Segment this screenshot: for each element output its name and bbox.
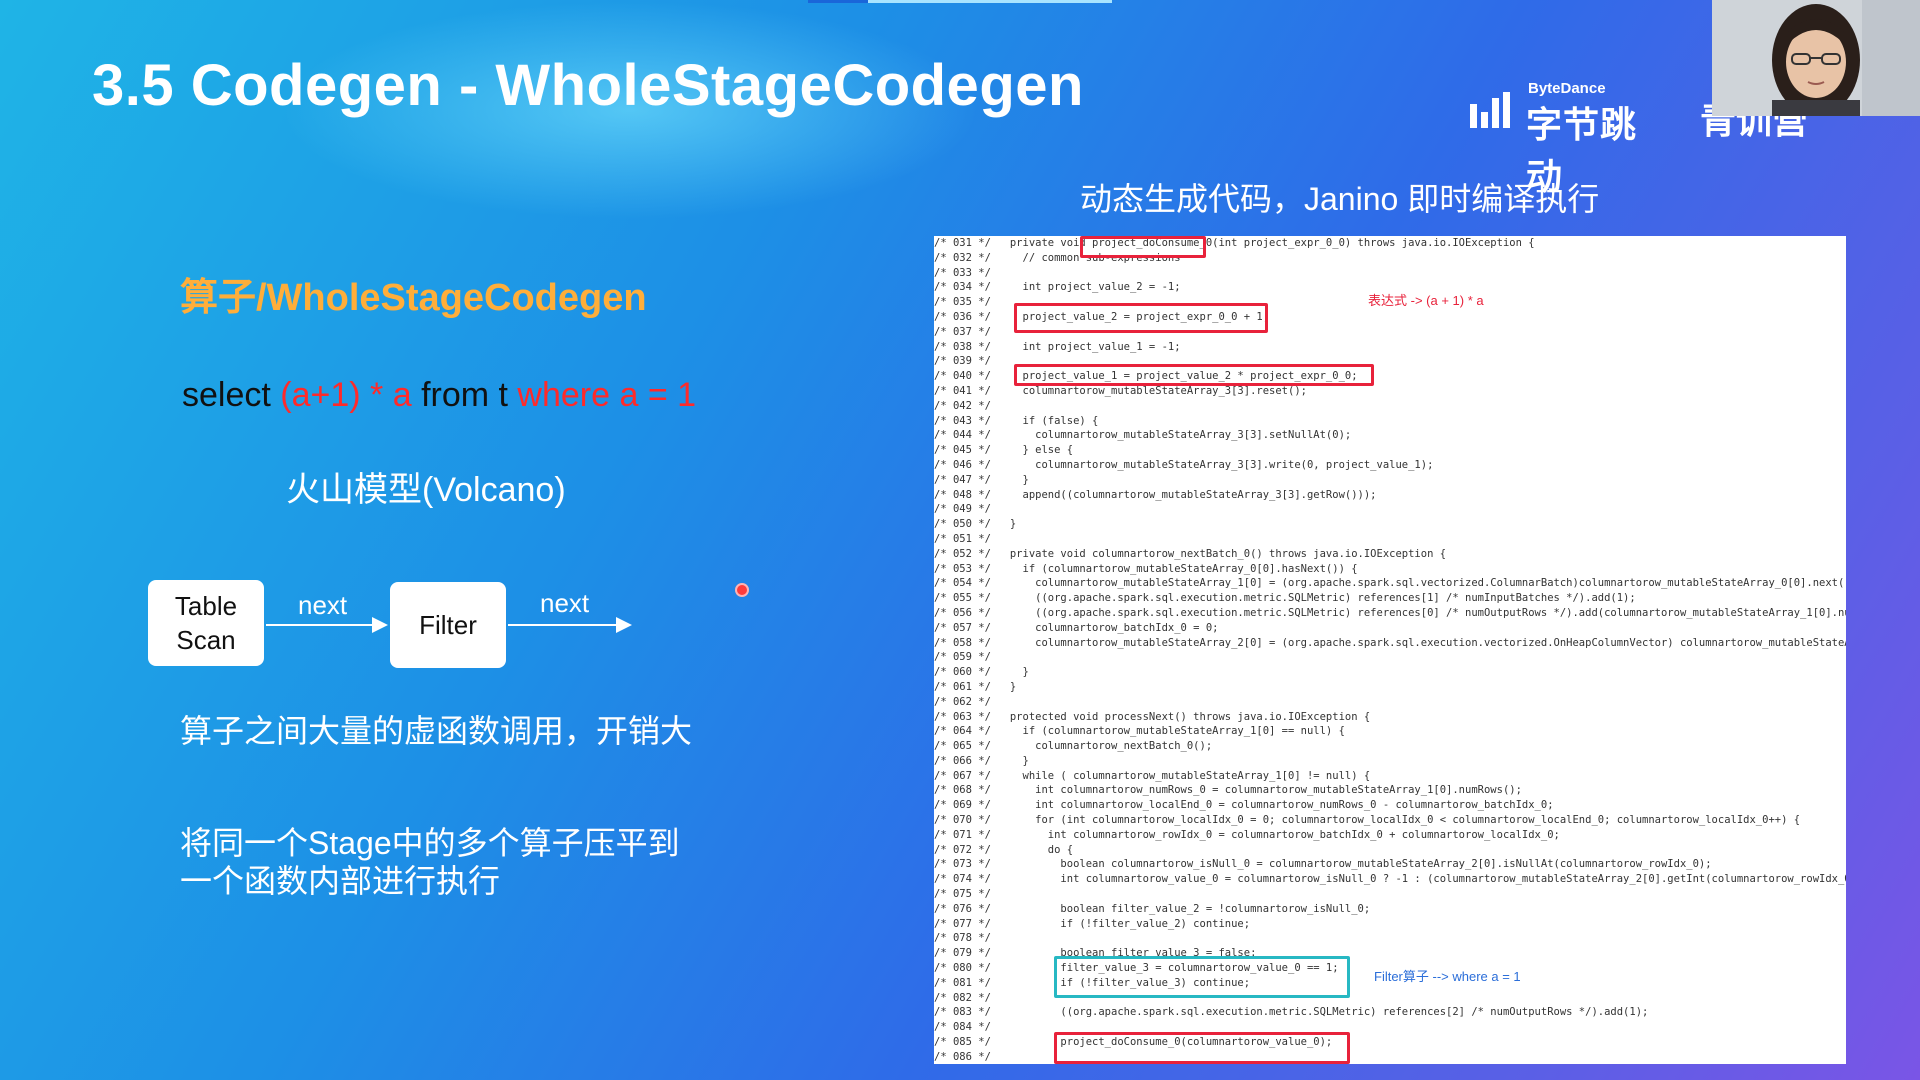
presenter-avatar-icon <box>1712 0 1920 116</box>
code-line: /* 060 */ } <box>934 666 1029 679</box>
code-line: /* 053 */ if (columnartorow_mutableState… <box>934 562 1358 575</box>
code-line: /* 055 */ ((org.apache.spark.sql.executi… <box>934 592 1636 605</box>
volcano-overhead-note: 算子之间大量的虚函数调用，开销大 <box>180 713 693 749</box>
code-line: /* 083 */ ((org.apache.spark.sql.executi… <box>934 1006 1649 1019</box>
bytedance-bars-icon <box>1470 92 1510 128</box>
slide-title: 3.5 Codegen - WholeStageCodegen <box>92 53 1084 118</box>
volcano-model-label: 火山模型(Volcano) <box>286 471 566 509</box>
code-listing: /* 031 */ private void project_doConsume… <box>934 236 1846 1064</box>
laser-pointer <box>735 583 749 597</box>
code-line: /* 063 */ protected void processNext() t… <box>934 710 1371 723</box>
code-line: /* 041 */ columnartorow_mutableStateArra… <box>934 384 1307 397</box>
next-label-2: next <box>540 588 590 618</box>
highlight-doconsume-call <box>1054 1032 1350 1064</box>
webcam-feed <box>1712 0 1920 116</box>
code-line: /* 074 */ int columnartorow_value_0 = co… <box>934 873 1846 886</box>
code-line: /* 058 */ columnartorow_mutableStateArra… <box>934 636 1846 649</box>
codegen-note-line1: 将同一个Stage中的多个算子压平到 <box>180 825 680 861</box>
code-line: /* 042 */ <box>934 399 991 412</box>
code-line: /* 044 */ columnartorow_mutableStateArra… <box>934 429 1352 442</box>
code-line: /* 072 */ do { <box>934 843 1074 856</box>
code-line: /* 045 */ } else { <box>934 444 1074 457</box>
sql-from: from t <box>411 376 518 414</box>
code-line: /* 073 */ boolean columnartorow_isNull_0… <box>934 858 1712 871</box>
code-line: /* 071 */ int columnartorow_rowIdx_0 = c… <box>934 828 1560 841</box>
highlight-filter <box>1054 956 1350 998</box>
highlight-value1 <box>1014 364 1374 386</box>
code-line: /* 078 */ <box>934 932 991 945</box>
filter-annotation: Filter算子 --> where a = 1 <box>1374 969 1521 984</box>
code-line: /* 049 */ <box>934 503 991 516</box>
code-line: /* 077 */ if (!filter_value_2) continue; <box>934 917 1251 930</box>
section-heading: 算子/WholeStageCodegen <box>180 277 647 319</box>
code-line: /* 059 */ <box>934 651 991 664</box>
code-line: /* 065 */ columnartorow_nextBatch_0(); <box>934 740 1213 753</box>
code-line: /* 057 */ columnartorow_batchIdx_0 = 0; <box>934 621 1219 634</box>
filter-label: Filter <box>419 609 477 640</box>
code-panel-caption: 动态生成代码，Janino 即时编译执行 <box>1080 181 1600 217</box>
code-line: /* 038 */ int project_value_1 = -1; <box>934 340 1181 353</box>
code-line: /* 061 */ } <box>934 680 1017 693</box>
logo-small-text: ByteDance <box>1528 80 1606 97</box>
table-scan-operator: Table Scan <box>148 580 264 666</box>
code-line: /* 064 */ if (columnartorow_mutableState… <box>934 725 1345 738</box>
code-line: /* 076 */ boolean filter_value_2 = !colu… <box>934 902 1371 915</box>
codegen-note: 将同一个Stage中的多个算子压平到 一个函数内部进行执行 <box>180 824 780 900</box>
top-progress-bar <box>808 0 1112 3</box>
bytedance-logo: ByteDance 字节跳动 <box>1468 78 1668 197</box>
code-line: /* 051 */ <box>934 532 991 545</box>
code-line: /* 046 */ columnartorow_mutableStateArra… <box>934 458 1434 471</box>
code-line: /* 054 */ columnartorow_mutableStateArra… <box>934 577 1846 590</box>
highlight-doconsume-decl <box>1080 236 1206 258</box>
codegen-note-line2: 一个函数内部进行执行 <box>180 863 501 899</box>
highlight-value2 <box>1014 303 1268 333</box>
code-line: /* 070 */ for (int columnartorow_localId… <box>934 814 1801 827</box>
generated-code-panel: /* 031 */ private void project_doConsume… <box>934 236 1846 1064</box>
code-line: /* 066 */ } <box>934 754 1029 767</box>
code-line: /* 031 */ private void project_doConsume… <box>934 237 1535 249</box>
expression-annotation: 表达式 -> (a + 1) * a <box>1368 293 1484 308</box>
code-line: /* 075 */ <box>934 888 991 901</box>
code-line: /* 047 */ } <box>934 473 1029 486</box>
code-line: /* 050 */ } <box>934 518 1017 531</box>
code-line: /* 062 */ <box>934 695 991 708</box>
code-line: /* 056 */ ((org.apache.spark.sql.executi… <box>934 606 1846 619</box>
code-line: /* 033 */ <box>934 266 991 279</box>
code-line: /* 067 */ while ( columnartorow_mutableS… <box>934 769 1371 782</box>
code-line: /* 043 */ if (false) { <box>934 414 1099 427</box>
code-line: /* 048 */ append((columnartorow_mutableS… <box>934 488 1377 501</box>
next-label-1: next <box>298 590 348 620</box>
code-line: /* 052 */ private void columnartorow_nex… <box>934 547 1447 560</box>
code-line: /* 068 */ int columnartorow_numRows_0 = … <box>934 784 1522 797</box>
sql-expression: (a+1) * a <box>280 376 412 414</box>
filter-operator: Filter <box>390 582 506 668</box>
code-line: /* 069 */ int columnartorow_localEnd_0 =… <box>934 799 1554 812</box>
sql-select: select <box>182 376 281 414</box>
code-line: /* 032 */ // common sub-expressions <box>934 251 1181 264</box>
sql-statement: select (a+1) * a from t where a = 1 <box>182 376 696 415</box>
table-scan-line2: Scan <box>176 625 236 655</box>
sql-where: where a = 1 <box>517 376 697 414</box>
table-scan-line1: Table <box>174 591 238 621</box>
